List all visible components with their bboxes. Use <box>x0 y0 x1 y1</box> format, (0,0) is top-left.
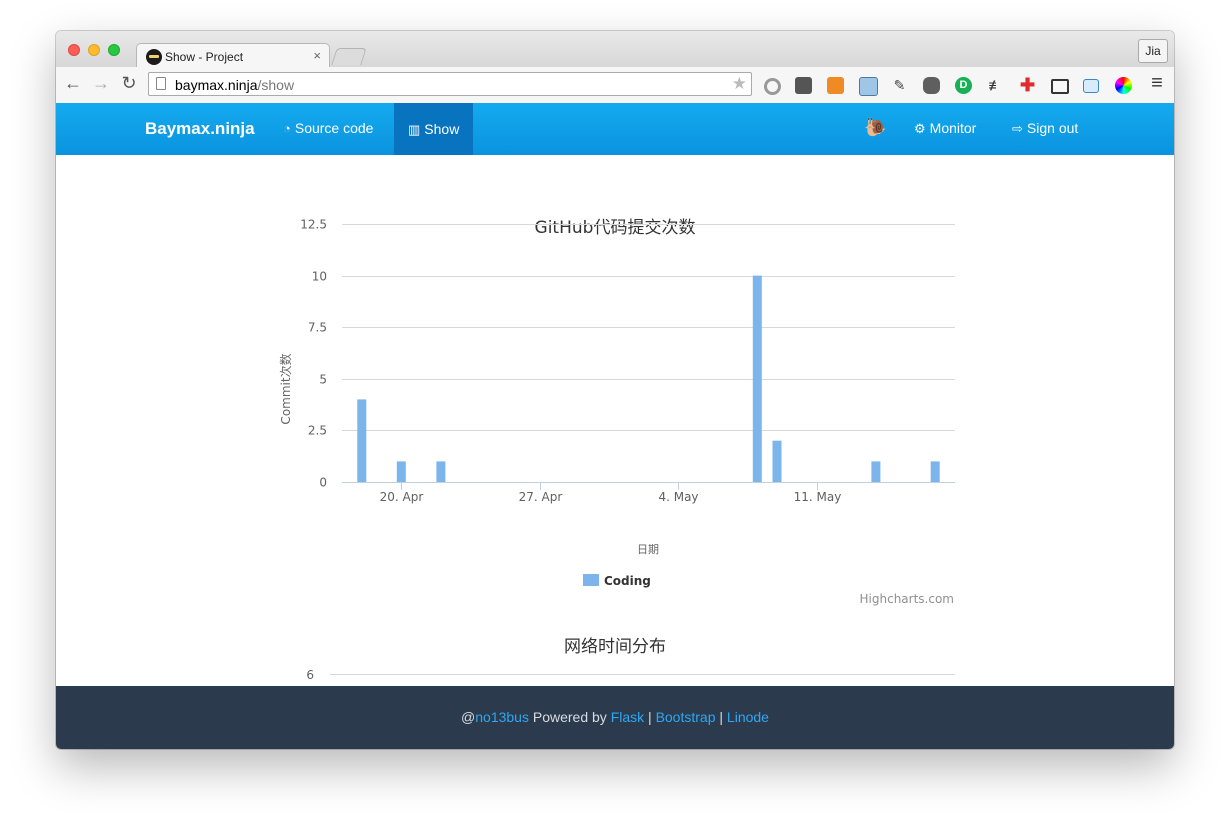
gear-icon: ⚙ <box>914 121 926 136</box>
sign-out-link[interactable]: ⇨ Sign out <box>1012 120 1078 137</box>
proxy-icon[interactable]: ≢ <box>987 77 1004 94</box>
bookmark-manager-icon[interactable] <box>859 77 878 96</box>
x-tick-label: 4. May <box>658 490 698 504</box>
reload-icon[interactable]: ↻ <box>118 73 140 94</box>
new-tab-button[interactable] <box>331 48 367 65</box>
bookmark-star-icon[interactable]: ★ <box>732 74 747 94</box>
legend-label[interactable]: Coding <box>604 574 651 588</box>
y-axis-label: Commit次数 <box>278 353 293 424</box>
chart-bar[interactable] <box>752 275 762 482</box>
tab-close-icon[interactable]: × <box>313 48 321 63</box>
maximize-window-button[interactable] <box>108 44 120 56</box>
github-icon: ◔ <box>283 121 291 136</box>
url-text: baymax.ninja/show <box>175 77 295 93</box>
browser-window: Show - Project × Jia ← → ↻ baymax.ninja/… <box>56 31 1174 749</box>
x-tick-label: 20. Apr <box>380 490 424 504</box>
y-tick-label: 5 <box>319 373 327 387</box>
legend-swatch[interactable] <box>583 574 599 586</box>
translate-icon[interactable] <box>827 77 844 94</box>
chart-bars <box>357 275 940 482</box>
y-axis-ticks: 0 2.5 5 7.5 10 12.5 <box>300 218 327 490</box>
chart2-y-tick: 6 <box>306 668 314 682</box>
source-code-link[interactable]: ◔ Source code <box>283 120 373 136</box>
color-wheel-icon[interactable] <box>1115 77 1132 94</box>
show-link[interactable]: ▥ Show <box>394 103 474 155</box>
y-tick-label: 0 <box>319 476 327 490</box>
d-icon[interactable]: D <box>955 77 972 94</box>
bootstrap-link[interactable]: Bootstrap <box>656 709 716 725</box>
chart-gridlines <box>342 224 955 483</box>
image-icon[interactable] <box>1051 79 1069 94</box>
folder-icon[interactable] <box>1083 79 1099 93</box>
minimize-window-button[interactable] <box>88 44 100 56</box>
address-bar[interactable]: baymax.ninja/show ★ <box>148 72 752 96</box>
evernote-icon[interactable] <box>923 77 940 94</box>
site-footer: @no13bus Powered by Flask | Bootstrap | … <box>56 686 1174 749</box>
monitor-link[interactable]: ⚙ Monitor <box>914 120 976 137</box>
x-axis-label: 日期 <box>637 543 659 556</box>
snail-icon[interactable]: 🐌 <box>864 117 886 138</box>
plus-icon[interactable]: ✚ <box>1019 76 1036 94</box>
back-icon[interactable]: ← <box>62 73 84 94</box>
y-tick-label: 10 <box>312 270 327 284</box>
ninja-favicon-icon <box>146 49 162 65</box>
brand-link[interactable]: Baymax.ninja <box>145 119 255 139</box>
page-content: GitHub代码提交次数 0 2.5 5 7.5 10 12.5 20. Apr 27. A… <box>56 155 1174 686</box>
pocket-icon[interactable] <box>795 77 812 94</box>
chart-title: GitHub代码提交次数 <box>535 218 696 238</box>
menu-icon[interactable]: ≡ <box>1146 72 1168 95</box>
chart-bar[interactable] <box>772 440 782 482</box>
x-tick-label: 11. May <box>794 490 842 504</box>
y-tick-label: 12.5 <box>300 218 327 232</box>
chart-bar[interactable] <box>396 461 406 482</box>
commit-chart: GitHub代码提交次数 0 2.5 5 7.5 10 12.5 20. Apr 27. A… <box>278 218 955 682</box>
highcharts-credits-link[interactable]: Highcharts.com <box>860 592 954 606</box>
chart-bar[interactable] <box>930 461 940 482</box>
author-link[interactable]: no13bus <box>475 709 529 725</box>
close-window-button[interactable] <box>68 44 80 56</box>
tab-title: Show - Project <box>165 50 244 64</box>
tab-strip: Show - Project × Jia <box>56 31 1174 70</box>
chart2-title: 网络时间分布 <box>564 637 666 657</box>
linode-link[interactable]: Linode <box>727 709 769 725</box>
tool-icon[interactable]: ✎ <box>891 77 908 94</box>
x-axis-ticks: 20. Apr 27. Apr 4. May 11. May <box>380 482 842 504</box>
y-tick-label: 2.5 <box>308 424 327 438</box>
page-icon <box>156 77 166 90</box>
site-navbar: Baymax.ninja ◔ Source code ▥ Show 🐌 ⚙ Monit… <box>56 103 1174 155</box>
flask-link[interactable]: Flask <box>611 709 644 725</box>
chart-bar[interactable] <box>357 399 367 482</box>
bar-chart-icon: ▥ <box>408 122 421 137</box>
browser-tab[interactable]: Show - Project × <box>136 43 330 70</box>
record-icon[interactable] <box>764 78 781 95</box>
chart-bar[interactable] <box>871 461 881 482</box>
profile-button[interactable]: Jia <box>1138 39 1168 63</box>
chart-bar[interactable] <box>436 461 446 482</box>
browser-toolbar: ← → ↻ baymax.ninja/show ★ ✎ D ≢ ✚ ≡ <box>56 67 1174 104</box>
y-tick-label: 7.5 <box>308 321 327 335</box>
x-tick-label: 27. Apr <box>519 490 563 504</box>
forward-icon[interactable]: → <box>90 73 112 94</box>
sign-out-icon: ⇨ <box>1012 121 1023 136</box>
